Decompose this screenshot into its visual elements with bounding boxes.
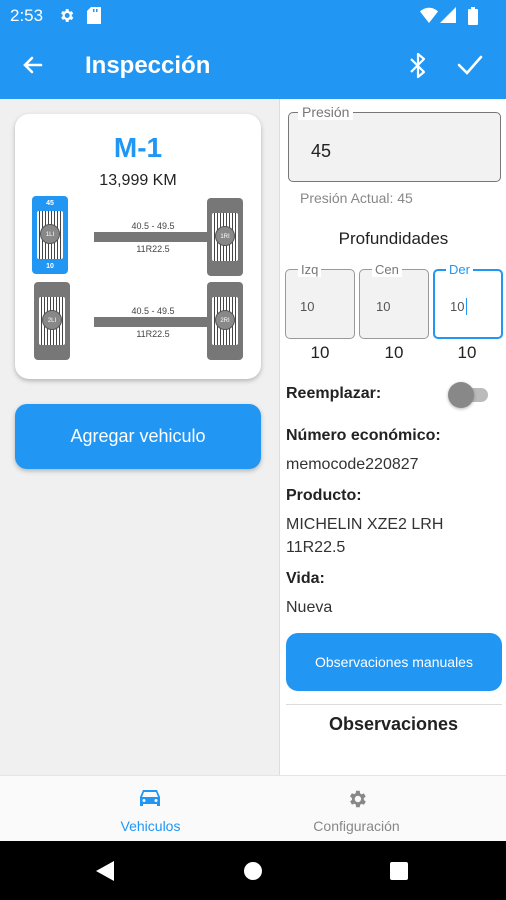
add-vehicle-button[interactable]: Agregar vehiculo <box>15 404 261 469</box>
vehicle-pane: M-1 13,999 KM 45 1LI 10 40.5 - 49.5 11R2… <box>0 99 278 775</box>
vehicle-card[interactable]: M-1 13,999 KM 45 1LI 10 40.5 - 49.5 11R2… <box>15 114 261 379</box>
gear-icon <box>346 788 368 815</box>
app-bar: Inspección <box>0 32 506 99</box>
life-label: Vida: <box>286 570 325 587</box>
inspection-pane: 45 Presión Presión Actual: 45 Profundida… <box>279 99 506 775</box>
tire-code: 2LI <box>42 310 62 330</box>
depth-right-value: 10 <box>457 343 477 362</box>
nav-settings-label: Configuración <box>313 818 400 834</box>
battery-icon <box>468 7 478 30</box>
tire-1li[interactable]: 45 1LI 10 <box>32 196 68 274</box>
depth-center-field[interactable] <box>359 269 429 339</box>
depths-title: Profundidades <box>338 229 449 248</box>
tire-code: 2RI <box>215 310 235 330</box>
life-value: Nueva <box>286 599 333 616</box>
depth-left-value: 10 <box>310 343 330 362</box>
vehicle-km: 13,999 KM <box>99 172 177 189</box>
axle-range: 40.5 - 49.5 <box>131 306 175 316</box>
depth-center-input: 10 <box>376 299 391 314</box>
wifi-icon <box>420 7 438 28</box>
bottom-nav: Vehiculos Configuración <box>0 775 506 841</box>
tire-2li[interactable]: 2LI <box>34 282 70 360</box>
manual-observations-button[interactable]: Observaciones manuales <box>286 633 502 691</box>
current-pressure: Presión Actual: 45 <box>300 190 413 206</box>
sd-card-icon <box>87 7 101 29</box>
pressure-field[interactable]: 45 <box>288 112 501 182</box>
depth-left-label: Izq <box>298 262 322 277</box>
axle-bar <box>94 232 212 242</box>
divider <box>286 704 502 705</box>
axle-bar <box>94 317 212 327</box>
recents-nav-icon[interactable] <box>390 862 408 885</box>
nav-settings[interactable]: Configuración <box>230 776 483 842</box>
depth-right-field[interactable] <box>433 269 503 339</box>
page-title: Inspección <box>85 52 211 79</box>
vehicle-name: M-1 <box>113 132 163 163</box>
depth-right-label: Der <box>446 262 473 277</box>
axle-tire-size: 11R22.5 <box>136 244 170 254</box>
check-icon[interactable] <box>457 54 483 81</box>
replace-toggle-knob[interactable] <box>448 382 474 408</box>
depth-center-label: Cen <box>372 262 402 277</box>
tire-pressure-label: 45 <box>46 200 54 207</box>
axle-tire-size: 11R22.5 <box>136 329 170 339</box>
back-arrow-icon[interactable] <box>21 53 45 82</box>
tire-2ri[interactable]: 2RI <box>207 282 243 360</box>
economic-number-label: Número económico: <box>286 427 441 444</box>
car-icon <box>139 788 161 813</box>
product-label: Producto: <box>286 487 362 504</box>
signal-icon <box>440 7 456 28</box>
depth-left-input: 10 <box>300 299 315 314</box>
tire-depth-label: 10 <box>46 263 54 270</box>
tire-1ri[interactable]: 1RI <box>207 198 243 276</box>
observations-title: Observaciones <box>328 714 459 734</box>
product-value-line1: MICHELIN XZE2 LRH <box>286 516 444 533</box>
system-nav-bar <box>0 841 506 900</box>
depth-right-input: 10 <box>450 299 465 314</box>
axle-range: 40.5 - 49.5 <box>131 221 175 231</box>
status-bar: 2:53 <box>0 0 506 32</box>
economic-number-value: memocode220827 <box>286 456 419 473</box>
status-time: 2:53 <box>10 6 44 25</box>
text-cursor <box>466 298 467 315</box>
pressure-input-value: 45 <box>311 141 332 161</box>
depth-center-value: 10 <box>384 343 404 362</box>
tire-code: 1LI <box>40 224 60 244</box>
replace-label: Reemplazar: <box>286 385 382 402</box>
home-nav-icon[interactable] <box>244 862 262 885</box>
settings-status-icon <box>58 7 75 29</box>
bluetooth-icon[interactable] <box>407 52 429 84</box>
depth-left-field[interactable] <box>285 269 355 339</box>
back-nav-icon[interactable] <box>96 861 114 886</box>
product-value-line2: 11R22.5 <box>286 539 346 556</box>
pressure-label: Presión <box>298 104 354 120</box>
tire-code: 1RI <box>215 226 235 246</box>
